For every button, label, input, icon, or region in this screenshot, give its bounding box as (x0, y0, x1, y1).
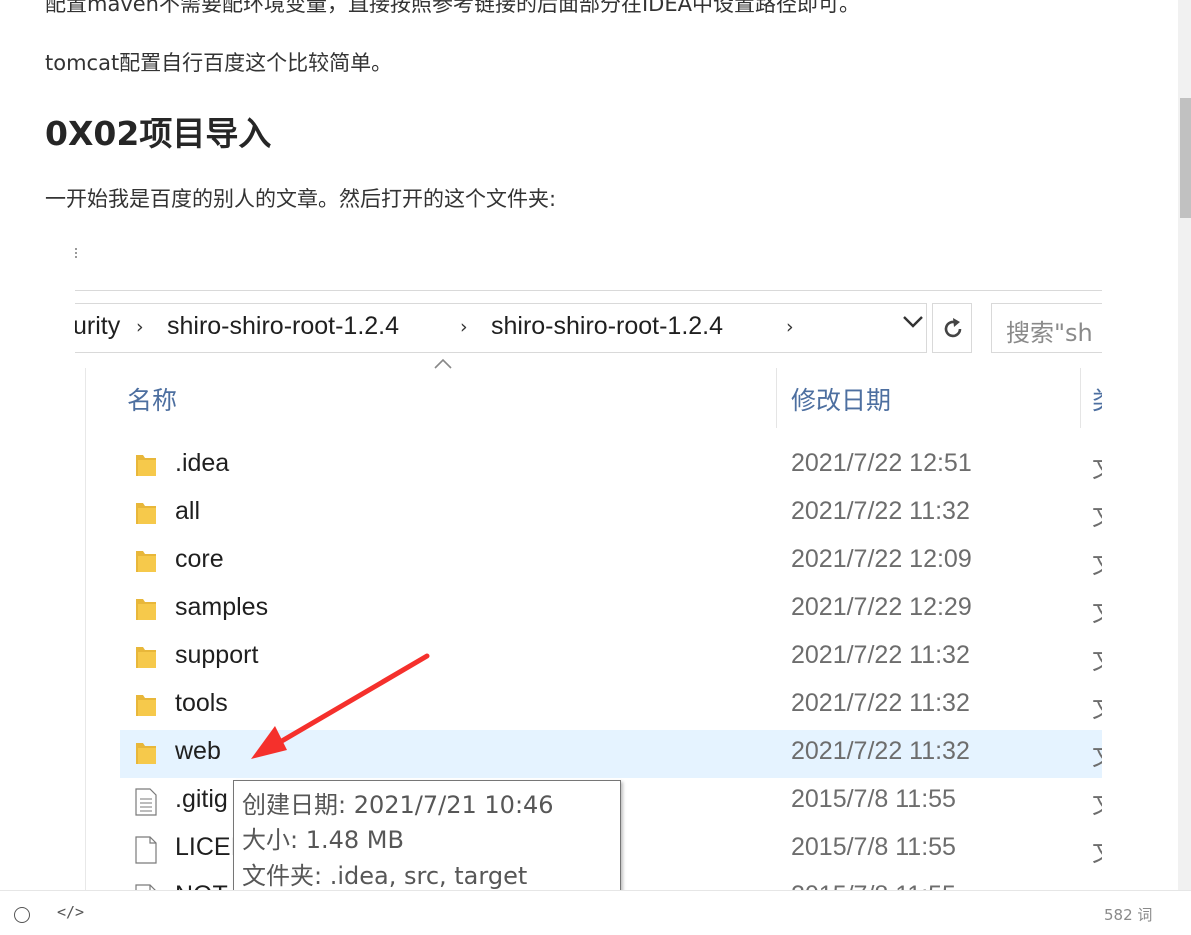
paragraph-maven: 配置maven不需要配环境变量，直接按照参考链接的后面部分在IDEA中设置路径即… (45, 0, 860, 16)
paragraph-intro: 一开始我是百度的别人的文章。然后打开的这个文件夹: (45, 187, 557, 211)
code-view-icon[interactable]: </> (57, 903, 84, 921)
word-count: 582 词 (1104, 906, 1153, 924)
paragraph-tomcat: tomcat配置自行百度这个比较简单。 (45, 51, 393, 75)
editor-statusbar: </> 582 词 (0, 890, 1191, 935)
red-arrow-annotation (251, 653, 430, 759)
circle-icon[interactable] (14, 907, 30, 923)
embedded-explorer-screenshot: urity › shiro-shiro-root-1.2.4 › shiro-s… (75, 240, 1102, 890)
section-heading: 0X02项目导入 (45, 114, 272, 153)
article-body: 配置maven不需要配环境变量，直接按照参考链接的后面部分在IDEA中设置路径即… (0, 0, 1178, 890)
scrollbar-thumb[interactable] (1180, 98, 1191, 218)
